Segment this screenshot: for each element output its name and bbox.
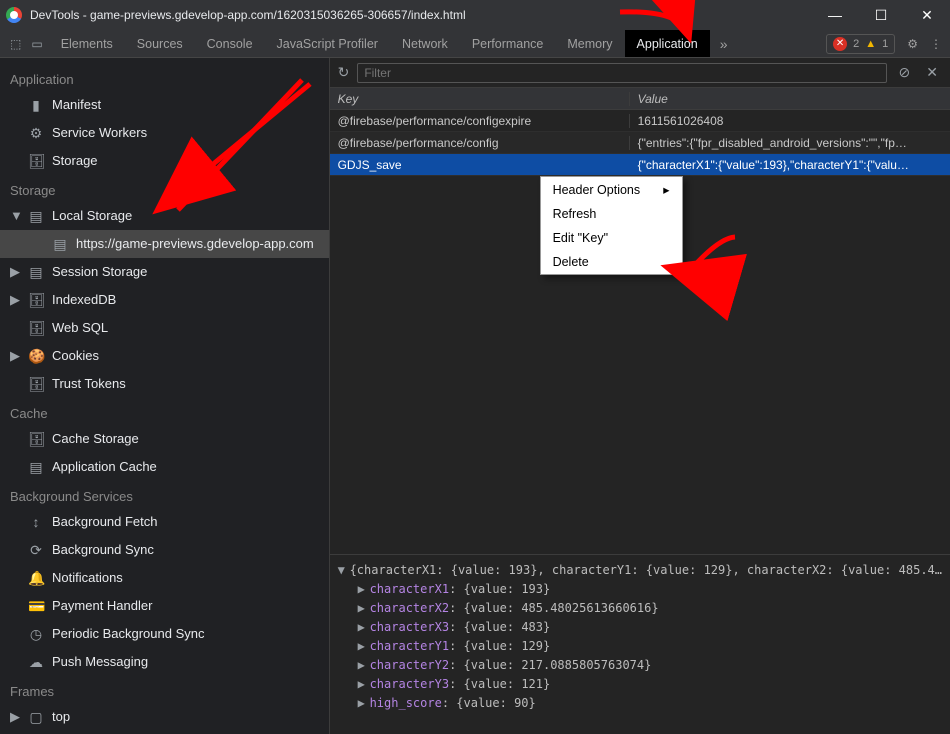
sidebar-item-cookies[interactable]: ▶🍪Cookies [0, 342, 329, 370]
kebab-icon[interactable]: ⋮ [930, 37, 942, 51]
window-title: DevTools - game-previews.gdevelop-app.co… [30, 8, 466, 22]
warning-icon: ▲ [865, 38, 876, 50]
minimize-button[interactable]: — [812, 0, 858, 30]
sidebar-item-session-storage[interactable]: ▶▤Session Storage [0, 258, 329, 286]
more-tabs-button[interactable]: » [710, 30, 738, 57]
table-row[interactable]: GDJS_save {"characterX1":{"value":193},"… [330, 154, 950, 176]
device-icon[interactable]: ▭ [31, 37, 42, 51]
database-icon: 🗄 [28, 429, 44, 449]
fetch-icon: ↕ [28, 512, 44, 532]
devtools-tabs: ⬚ ▭ Elements Sources Console JavaScript … [0, 30, 950, 58]
menu-item-refresh[interactable]: Refresh [541, 202, 682, 226]
submenu-arrow-icon: ▸ [663, 182, 669, 197]
tab-jsprofiler[interactable]: JavaScript Profiler [265, 30, 390, 57]
header-key[interactable]: Key [330, 92, 630, 106]
menu-item-edit-key[interactable]: Edit "Key" [541, 226, 682, 250]
gear-icon: ⚙ [28, 123, 44, 143]
bell-icon: 🔔 [28, 568, 44, 588]
reload-icon[interactable]: ↻ [338, 64, 350, 81]
sidebar-item-frame-top[interactable]: ▶▢top [0, 703, 329, 731]
sidebar-item-local-storage-origin[interactable]: ▤https://game-previews.gdevelop-app.com [0, 230, 329, 258]
sidebar-item-local-storage[interactable]: ▼▤Local Storage [0, 202, 329, 230]
tab-network[interactable]: Network [390, 30, 460, 57]
document-icon: ▮ [28, 95, 44, 115]
sidebar-item-app-cache[interactable]: ▤Application Cache [0, 453, 329, 481]
sidebar-item-cache-storage[interactable]: 🗄Cache Storage [0, 425, 329, 453]
section-background-services: Background Services [0, 481, 329, 508]
sidebar-item-manifest[interactable]: ▮Manifest [0, 91, 329, 119]
caret-right-icon: ▶ [10, 346, 20, 366]
maximize-button[interactable]: ☐ [858, 0, 904, 30]
inspect-icon[interactable]: ⬚ [10, 37, 21, 51]
clear-icon[interactable]: ⊘ [895, 64, 915, 81]
sidebar-item-periodic-sync[interactable]: ◷Periodic Background Sync [0, 620, 329, 648]
settings-icon[interactable]: ⚙ [907, 37, 918, 51]
database-icon: 🗄 [28, 151, 44, 171]
sidebar-item-payment-handler[interactable]: 💳Payment Handler [0, 592, 329, 620]
menu-item-header-options[interactable]: Header Options▸ [541, 177, 682, 202]
grid-icon: ▤ [28, 457, 44, 477]
database-icon: 🗄 [28, 374, 44, 394]
caret-right-icon: ▶ [10, 262, 20, 282]
chrome-icon [6, 7, 22, 23]
caret-down-icon: ▼ [10, 206, 20, 226]
context-menu: Header Options▸ Refresh Edit "Key" Delet… [540, 176, 683, 275]
sidebar-item-bg-sync[interactable]: ⟳Background Sync [0, 536, 329, 564]
sidebar-item-bg-fetch[interactable]: ↕Background Fetch [0, 508, 329, 536]
sync-icon: ⟳ [28, 540, 44, 560]
close-button[interactable]: ✕ [904, 0, 950, 30]
database-icon: 🗄 [28, 318, 44, 338]
section-frames: Frames [0, 676, 329, 703]
header-value[interactable]: Value [630, 92, 950, 106]
tab-console[interactable]: Console [195, 30, 265, 57]
storage-table: Key Value @firebase/performance/configex… [330, 88, 950, 176]
tab-elements[interactable]: Elements [49, 30, 125, 57]
sidebar-item-notifications[interactable]: 🔔Notifications [0, 564, 329, 592]
tab-memory[interactable]: Memory [555, 30, 624, 57]
sidebar-item-push-messaging[interactable]: ☁Push Messaging [0, 648, 329, 676]
card-icon: 💳 [28, 596, 44, 616]
menu-item-delete[interactable]: Delete [541, 250, 682, 274]
filter-input[interactable] [357, 63, 886, 83]
error-count-icon: ✕ [833, 37, 847, 51]
caret-right-icon: ▶ [10, 707, 20, 727]
delete-icon[interactable]: ✕ [922, 64, 942, 81]
application-sidebar: Application ▮Manifest ⚙Service Workers 🗄… [0, 58, 330, 734]
main-panel: ↻ ⊘ ✕ Key Value @firebase/performance/co… [330, 58, 950, 734]
sidebar-item-indexeddb[interactable]: ▶🗄IndexedDB [0, 286, 329, 314]
section-application: Application [0, 64, 329, 91]
error-warning-badge[interactable]: ✕2 ▲1 [826, 34, 895, 54]
tab-sources[interactable]: Sources [125, 30, 195, 57]
details-panel: ▼{characterX1: {value: 193}, characterY1… [330, 554, 950, 734]
sidebar-item-service-workers[interactable]: ⚙Service Workers [0, 119, 329, 147]
table-header: Key Value [330, 88, 950, 110]
tab-performance[interactable]: Performance [460, 30, 556, 57]
section-storage: Storage [0, 175, 329, 202]
clock-icon: ◷ [28, 624, 44, 644]
sidebar-item-storage[interactable]: 🗄Storage [0, 147, 329, 175]
table-row[interactable]: @firebase/performance/configexpire 16115… [330, 110, 950, 132]
grid-icon: ▤ [28, 206, 44, 226]
section-cache: Cache [0, 398, 329, 425]
grid-icon: ▤ [28, 262, 44, 282]
grid-icon: ▤ [52, 234, 68, 254]
storage-toolbar: ↻ ⊘ ✕ [330, 58, 950, 88]
cloud-icon: ☁ [28, 652, 44, 672]
cookie-icon: 🍪 [28, 346, 44, 366]
tab-application[interactable]: Application [625, 30, 710, 57]
sidebar-item-trust-tokens[interactable]: 🗄Trust Tokens [0, 370, 329, 398]
frame-icon: ▢ [28, 707, 44, 727]
table-body-empty: Header Options▸ Refresh Edit "Key" Delet… [330, 176, 950, 554]
sidebar-item-websql[interactable]: 🗄Web SQL [0, 314, 329, 342]
database-icon: 🗄 [28, 290, 44, 310]
caret-right-icon: ▶ [10, 290, 20, 310]
title-bar: DevTools - game-previews.gdevelop-app.co… [0, 0, 950, 30]
table-row[interactable]: @firebase/performance/config {"entries":… [330, 132, 950, 154]
